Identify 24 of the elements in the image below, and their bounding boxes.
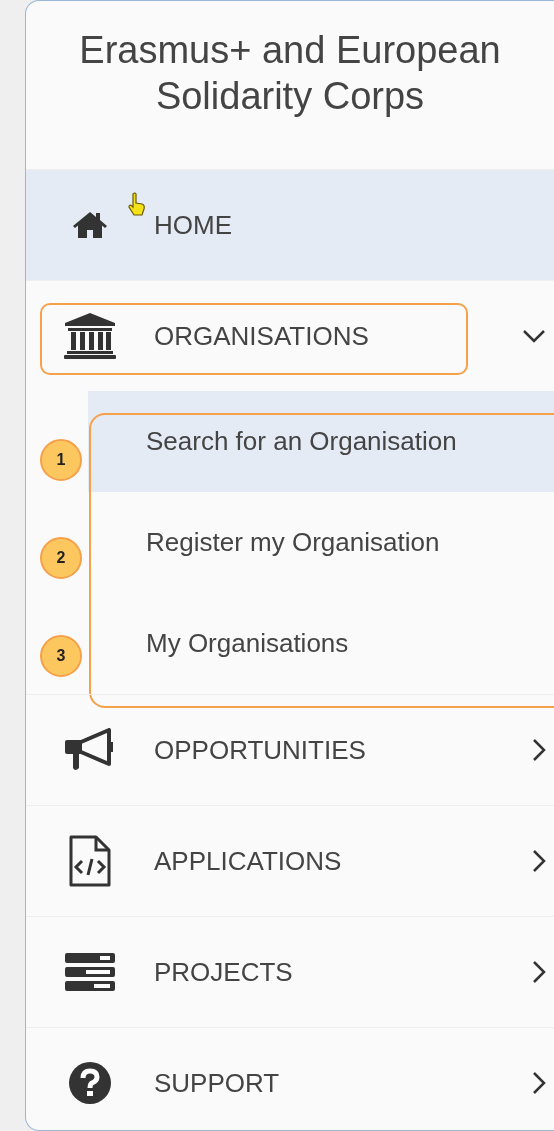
help-icon (68, 1061, 112, 1105)
megaphone-icon (65, 728, 115, 772)
file-code-icon (68, 835, 112, 887)
step-number-badge: 3 (40, 635, 82, 677)
bank-icon (63, 312, 117, 360)
menu-label: ORGANISATIONS (154, 320, 369, 352)
step-number-badge: 2 (40, 537, 82, 579)
menu-item[interactable]: APPLICATIONS (26, 805, 554, 916)
menu-label: HOME (154, 209, 232, 241)
menu-item[interactable]: PROJECTS (26, 916, 554, 1027)
menu-label: SUPPORT (154, 1067, 280, 1099)
menu-label: PROJECTS (154, 956, 293, 988)
site-title: Erasmus+ and European Solidarity Corps (78, 28, 502, 119)
menu-item[interactable]: OPPORTUNITIES (26, 694, 554, 805)
menu-item[interactable]: HOME (26, 169, 554, 280)
menu-label: APPLICATIONS (154, 845, 342, 877)
submenu-item[interactable]: My Organisations (88, 593, 554, 694)
home-icon (72, 210, 108, 240)
submenu-item[interactable]: Search for an Organisation (88, 391, 554, 492)
submenu-item[interactable]: Register my Organisation (88, 492, 554, 593)
menu-label: OPPORTUNITIES (154, 734, 366, 766)
menu-item[interactable]: SUPPORT (26, 1027, 554, 1130)
step-number-badge: 1 (40, 439, 82, 481)
server-icon (64, 952, 116, 992)
